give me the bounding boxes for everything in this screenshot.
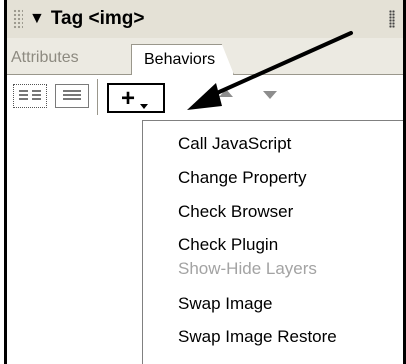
show-all-events-icon (63, 90, 81, 102)
add-behavior-button[interactable]: + (107, 83, 165, 113)
menu-item-check-browser[interactable]: Check Browser (178, 202, 293, 222)
show-set-events-icon (19, 90, 28, 102)
tag-inspector-panel: ▼ Tag <img> Attributes Behaviors + Call … (4, 0, 406, 364)
behaviors-dropdown-menu: Call JavaScript Change Property Check Br… (142, 120, 403, 364)
show-all-events-button[interactable] (55, 84, 89, 108)
dropdown-triangle-icon (140, 104, 148, 109)
menu-item-swap-image-restore[interactable]: Swap Image Restore (178, 327, 337, 347)
down-arrow-icon[interactable] (263, 91, 277, 99)
panel-title: Tag <img> (50, 8, 145, 29)
plus-icon: + (121, 85, 136, 112)
show-set-events-button[interactable] (13, 84, 47, 108)
tab-behaviors[interactable]: Behaviors (131, 44, 235, 75)
tab-bar: Attributes Behaviors (7, 38, 403, 75)
panel-options-grip-icon[interactable] (389, 10, 395, 28)
behaviors-toolbar: + (7, 75, 403, 119)
panel-title-bar[interactable]: ▼ Tag <img> (7, 0, 403, 39)
drag-grip-icon[interactable] (13, 9, 23, 29)
triangle-down-icon[interactable]: ▼ (29, 10, 45, 28)
menu-item-show-hide-layers: Show-Hide Layers (178, 259, 317, 278)
menu-item-check-plugin[interactable]: Check Plugin (178, 235, 278, 255)
menu-item-call-javascript[interactable]: Call JavaScript (178, 134, 291, 154)
menu-item-swap-image[interactable]: Swap Image (178, 294, 273, 314)
toolbar-separator (97, 79, 98, 115)
tab-attributes[interactable]: Attributes (11, 49, 79, 67)
up-arrow-icon[interactable] (219, 89, 233, 97)
show-set-events-icon-right (32, 90, 41, 102)
menu-item-change-property[interactable]: Change Property (178, 168, 307, 188)
